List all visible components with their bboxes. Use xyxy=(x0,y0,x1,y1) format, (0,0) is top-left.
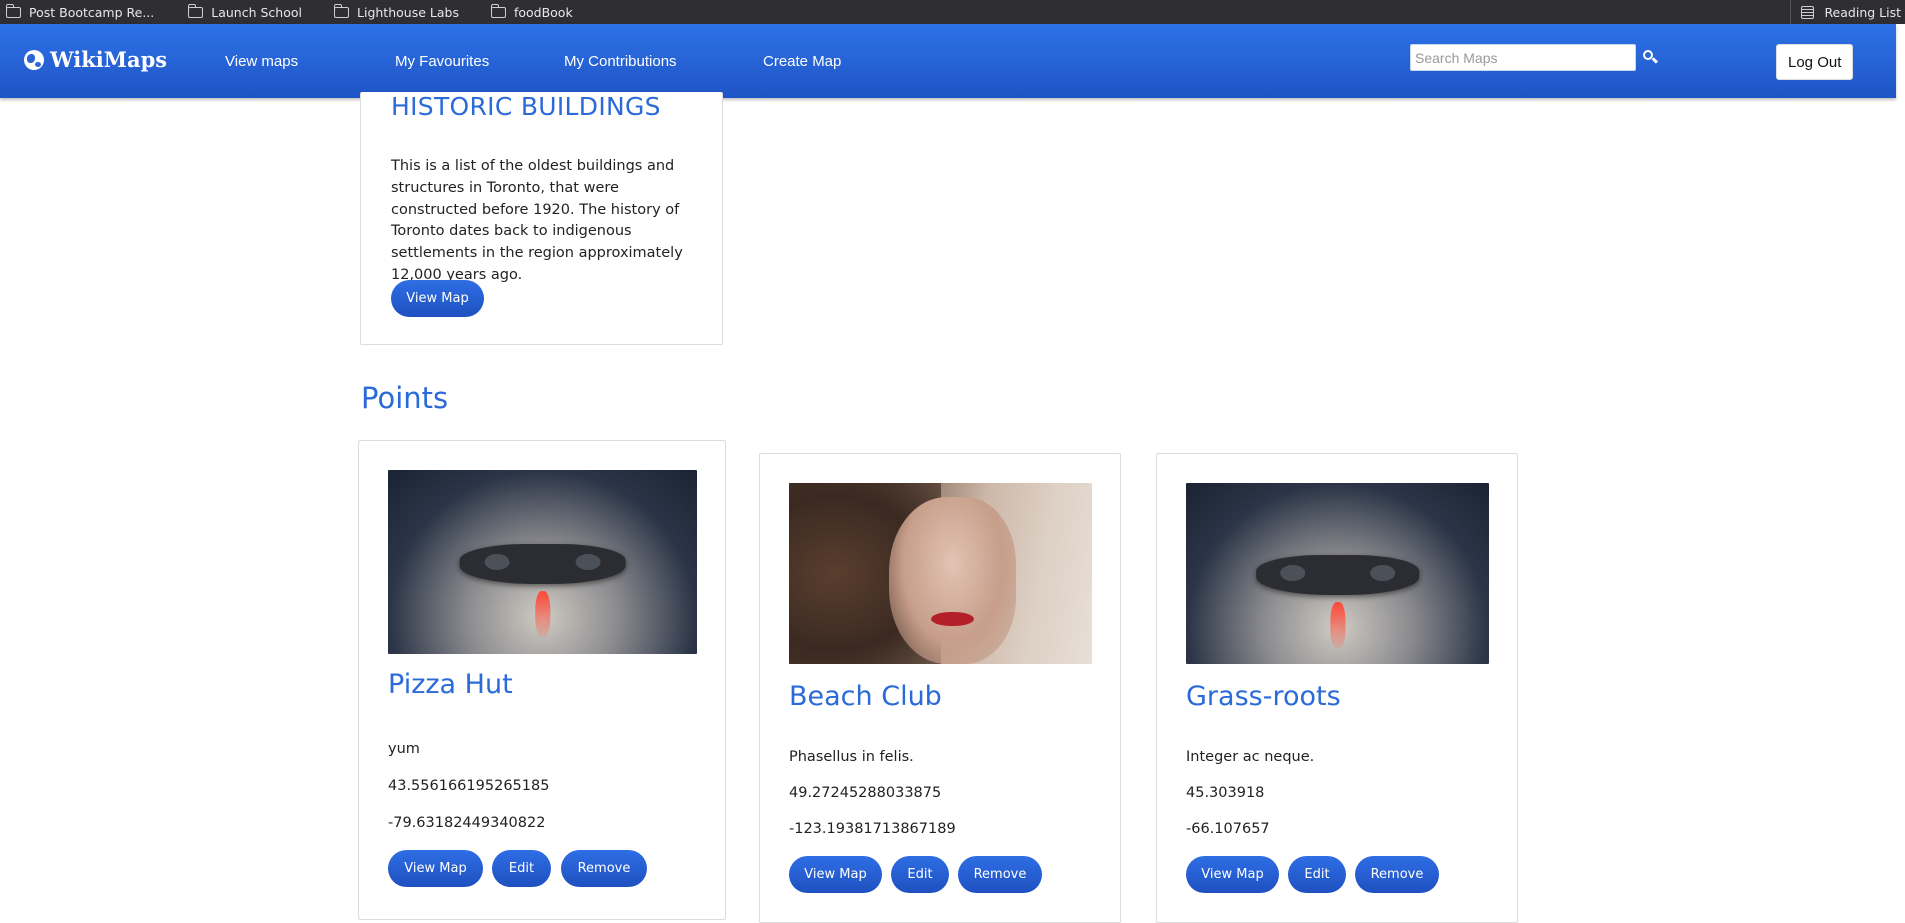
view-map-button[interactable]: View Map xyxy=(388,850,483,887)
point-card-beach-club: Beach Club Phasellus in felis. 49.272452… xyxy=(759,453,1121,923)
point-card-grass-roots: Grass-roots Integer ac neque. 45.303918 … xyxy=(1156,453,1518,923)
view-map-button[interactable]: View Map xyxy=(1186,856,1279,893)
logout-button[interactable]: Log Out xyxy=(1776,44,1854,80)
bookmark-lighthouse-labs[interactable]: Lighthouse Labs xyxy=(333,3,459,20)
bookmark-label: Post Bootcamp Re... xyxy=(29,4,155,20)
point-title[interactable]: Grass-roots xyxy=(1186,681,1341,712)
point-longitude: -123.19381713867189 xyxy=(789,821,956,837)
globe-icon xyxy=(24,49,44,70)
point-card-pizza-hut: Pizza Hut yum 43.556166195265185 -79.631… xyxy=(358,440,726,920)
folder-icon xyxy=(490,3,506,18)
search-input[interactable] xyxy=(1410,44,1636,71)
point-description: yum xyxy=(388,741,420,757)
bookmark-label: Lighthouse Labs xyxy=(357,4,459,20)
bookmark-post-bootcamp[interactable]: Post Bootcamp Re... xyxy=(5,3,155,20)
search-form xyxy=(1410,44,1660,71)
map-description: This is a list of the oldest buildings a… xyxy=(391,158,683,283)
game-controller-image xyxy=(388,470,697,654)
brand-logo[interactable]: WikiMaps xyxy=(24,47,167,72)
map-card: HISTORIC BUILDINGS This is a list of the… xyxy=(360,92,723,345)
point-title[interactable]: Pizza Hut xyxy=(388,669,513,700)
folder-icon xyxy=(187,3,204,18)
reading-list[interactable]: Reading List xyxy=(1790,0,1901,24)
point-latitude: 49.27245288033875 xyxy=(789,785,942,801)
nav-create-map[interactable]: Create Map xyxy=(763,53,841,70)
points-heading: Points xyxy=(361,381,449,415)
nav-my-contributions[interactable]: My Contributions xyxy=(564,53,677,70)
bookmark-launch-school[interactable]: Launch School xyxy=(187,3,303,20)
point-longitude: -66.107657 xyxy=(1186,821,1270,837)
nav-view-maps[interactable]: View maps xyxy=(225,53,298,70)
folder-icon xyxy=(5,3,21,18)
remove-button[interactable]: Remove xyxy=(561,850,647,887)
point-description: Integer ac neque. xyxy=(1186,749,1315,765)
search-icon[interactable] xyxy=(1640,48,1660,68)
game-controller-image xyxy=(1186,483,1489,664)
view-map-button[interactable]: View Map xyxy=(789,856,882,893)
bookmarks-bar: Post Bootcamp Re... Launch School Lighth… xyxy=(0,0,1905,24)
remove-button[interactable]: Remove xyxy=(958,856,1042,893)
woman-portrait-image xyxy=(789,483,1092,664)
point-latitude: 43.556166195265185 xyxy=(388,778,550,794)
map-title[interactable]: HISTORIC BUILDINGS xyxy=(391,92,661,121)
edit-button[interactable]: Edit xyxy=(492,850,551,887)
point-description: Phasellus in felis. xyxy=(789,749,914,765)
edit-button[interactable]: Edit xyxy=(1288,856,1346,893)
view-map-button[interactable]: View Map xyxy=(391,280,484,317)
point-latitude: 45.303918 xyxy=(1186,785,1265,801)
navbar: WikiMaps View maps My Favourites My Cont… xyxy=(0,24,1896,98)
point-longitude: -79.63182449340822 xyxy=(388,815,546,831)
reading-list-label: Reading List xyxy=(1824,4,1901,20)
folder-icon xyxy=(333,3,350,18)
remove-button[interactable]: Remove xyxy=(1355,856,1439,893)
nav-my-favourites[interactable]: My Favourites xyxy=(395,53,489,70)
point-title[interactable]: Beach Club xyxy=(789,681,942,712)
reading-list-icon xyxy=(1801,5,1815,19)
bookmark-label: foodBook xyxy=(513,4,573,20)
edit-button[interactable]: Edit xyxy=(891,856,949,893)
brand-name: WikiMaps xyxy=(50,47,168,72)
bookmark-foodbook[interactable]: foodBook xyxy=(490,3,573,20)
bookmark-label: Launch School xyxy=(211,4,303,20)
